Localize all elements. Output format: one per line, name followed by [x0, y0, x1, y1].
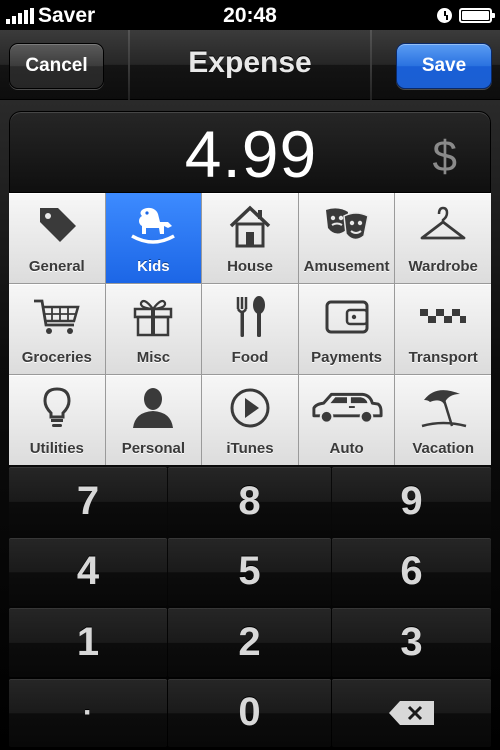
status-bar: Saver 20:48 — [0, 0, 500, 30]
backspace-icon — [388, 700, 434, 725]
number-keypad: 7 8 9 4 5 6 1 2 3 · 0 — [9, 467, 491, 747]
key-0[interactable]: 0 — [168, 678, 331, 747]
key-1[interactable]: 1 — [9, 608, 167, 677]
save-button[interactable]: Save — [396, 43, 492, 89]
category-misc[interactable]: Misc — [105, 284, 202, 374]
category-personal[interactable]: Personal — [105, 375, 202, 465]
category-groceries[interactable]: Groceries — [9, 284, 105, 374]
car-icon — [309, 385, 385, 431]
alarm-clock-icon — [437, 8, 452, 23]
category-label: Amusement — [303, 258, 390, 275]
gift-icon — [125, 294, 181, 340]
fork-spoon-icon — [222, 294, 278, 340]
category-label: Personal — [121, 440, 186, 457]
rocking-horse-icon — [125, 203, 181, 249]
theater-masks-icon — [319, 203, 375, 249]
house-icon — [222, 203, 278, 249]
category-amusement[interactable]: Amusement — [298, 193, 395, 283]
amount-value: 4.99 — [184, 117, 318, 191]
key-6[interactable]: 6 — [332, 537, 491, 606]
category-wardrobe[interactable]: Wardrobe — [395, 193, 491, 283]
category-grid: General Kids House Amusement Wardrobe Gr… — [9, 193, 491, 465]
tag-icon — [29, 203, 85, 249]
category-label: Auto — [329, 440, 364, 457]
navigation-bar: Cancel Expense Save — [0, 30, 500, 100]
wallet-icon — [319, 294, 375, 340]
category-general[interactable]: General — [9, 193, 105, 283]
category-label: Payments — [311, 349, 383, 366]
amount-display: 4.99 $ — [9, 111, 491, 193]
category-label: General — [28, 258, 85, 275]
decimal-point-key[interactable]: · — [9, 678, 167, 747]
category-label: Misc — [136, 349, 171, 366]
category-label: Vacation — [412, 440, 475, 457]
category-label: Kids — [137, 258, 170, 275]
category-auto[interactable]: Auto — [298, 375, 395, 465]
key-2[interactable]: 2 — [168, 608, 331, 677]
category-label: House — [227, 258, 273, 275]
backspace-key[interactable] — [332, 678, 491, 747]
currency-symbol[interactable]: $ — [433, 132, 457, 182]
category-vacation[interactable]: Vacation — [395, 375, 491, 465]
key-7[interactable]: 7 — [9, 467, 167, 536]
lightbulb-icon — [29, 385, 85, 431]
key-5[interactable]: 5 — [168, 537, 331, 606]
category-itunes[interactable]: iTunes — [202, 375, 298, 465]
category-payments[interactable]: Payments — [298, 284, 395, 374]
category-label: iTunes — [226, 440, 274, 457]
battery-icon — [459, 8, 495, 23]
category-label: Transport — [408, 349, 478, 366]
key-8[interactable]: 8 — [168, 467, 331, 536]
hanger-icon — [415, 203, 471, 249]
taxi-checker-icon — [415, 294, 471, 340]
category-kids[interactable]: Kids — [105, 193, 202, 283]
category-label: Groceries — [21, 349, 92, 366]
status-time: 20:48 — [223, 4, 277, 27]
key-4[interactable]: 4 — [9, 537, 167, 606]
key-9[interactable]: 9 — [332, 467, 491, 536]
category-house[interactable]: House — [202, 193, 298, 283]
beach-umbrella-icon — [415, 385, 471, 431]
play-icon — [222, 385, 278, 431]
category-utilities[interactable]: Utilities — [9, 375, 105, 465]
person-icon — [125, 385, 181, 431]
category-label: Food — [231, 349, 269, 366]
category-food[interactable]: Food — [202, 284, 298, 374]
shopping-cart-icon — [29, 294, 85, 340]
key-3[interactable]: 3 — [332, 608, 491, 677]
category-transport[interactable]: Transport — [395, 284, 491, 374]
category-label: Wardrobe — [408, 258, 478, 275]
category-label: Utilities — [29, 440, 84, 457]
